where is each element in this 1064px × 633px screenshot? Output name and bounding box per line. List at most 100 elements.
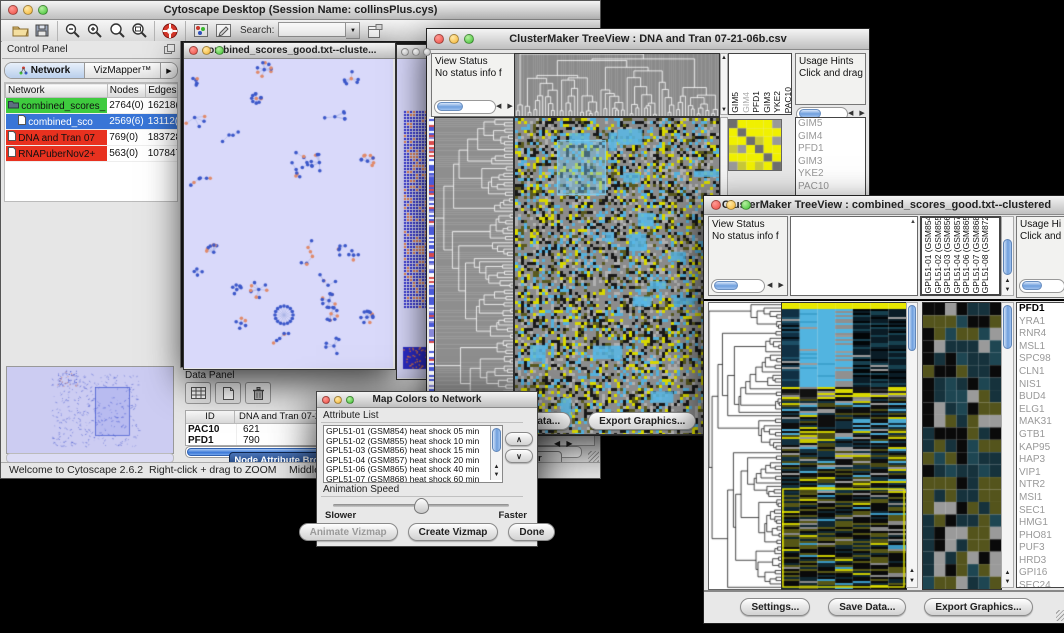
zoom-out-icon[interactable] (62, 21, 84, 41)
gene-list-item[interactable]: MSI1 (1017, 492, 1064, 505)
table-mode-icon[interactable] (185, 382, 211, 404)
column-label[interactable]: GIM3 (763, 92, 773, 113)
tv2-status-scroll-arrows[interactable]: ◀ ▶ (767, 280, 786, 292)
attribute-list-scrollbar[interactable]: ▲▼ (490, 426, 502, 480)
move-up-button[interactable]: ∧ (505, 432, 533, 446)
gene-list-item[interactable]: CLN1 (1017, 366, 1064, 379)
zoom-button[interactable] (38, 5, 48, 15)
background-network-canvas[interactable] (397, 59, 427, 378)
network-overview[interactable] (6, 366, 174, 454)
column-label[interactable]: YKE2 (773, 91, 783, 113)
col-network[interactable]: Network (6, 84, 108, 98)
gene-list-item[interactable]: GIM4 (796, 131, 865, 144)
tv2-heatmap[interactable] (781, 302, 907, 590)
treeview2-titlebar[interactable]: ClusterMaker TreeView : combined_scores_… (704, 196, 1064, 215)
zoom-selected-icon[interactable] (106, 21, 128, 41)
network-view-titlebar[interactable]: combined_scores_good.txt--cluste... (184, 43, 395, 59)
minimize-button[interactable] (23, 5, 33, 15)
gene-list-item[interactable]: PFD1 (1017, 303, 1064, 316)
tv1-column-dendrogram[interactable] (514, 53, 720, 117)
overview-canvas[interactable] (7, 367, 171, 451)
tv1-zoom-heatmap[interactable] (728, 119, 782, 171)
gene-list-item[interactable]: SEC1 (1017, 505, 1064, 518)
float-panel-icon[interactable] (164, 41, 175, 59)
close-button[interactable] (8, 5, 18, 15)
gene-list-item[interactable]: YKE2 (796, 168, 865, 181)
settings-button[interactable]: Settings... (740, 598, 810, 616)
save-data-button[interactable]: Save Data... (828, 598, 906, 616)
gene-list-item[interactable]: KAP95 (1017, 442, 1064, 455)
minimize-button[interactable] (334, 396, 342, 404)
tv1-usage-scroll-arrows[interactable]: ◀ ▶ (848, 109, 867, 117)
tv2-column-labels[interactable]: GPL51-01 (GSM854)GPL51-02 (GSM855)GPL51-… (920, 216, 1001, 296)
gene-list-item[interactable]: PUF3 (1017, 542, 1064, 555)
minimize-button[interactable] (202, 46, 211, 55)
tv2-row-dendrogram[interactable] (708, 302, 782, 590)
tab-overflow-button[interactable]: ▶ (161, 63, 177, 78)
main-titlebar[interactable]: Cytoscape Desktop (Session Name: collins… (1, 1, 600, 20)
tv1-status-scrollbar[interactable] (434, 100, 496, 114)
gene-list-item[interactable]: SEC24 (1017, 580, 1064, 588)
done-button[interactable]: Done (508, 523, 555, 541)
export-graphics-button[interactable]: Export Graphics... (588, 412, 696, 430)
save-session-icon[interactable] (31, 21, 53, 41)
gene-list-item[interactable]: HAP3 (1017, 454, 1064, 467)
gene-list-item[interactable]: RNR4 (1017, 328, 1064, 341)
minimize-button[interactable] (412, 48, 420, 56)
gene-list-item[interactable]: GPI16 (1017, 567, 1064, 580)
help-icon[interactable] (159, 21, 181, 41)
tv2-status-scrollbar[interactable] (711, 279, 765, 293)
minimize-button[interactable] (449, 34, 459, 44)
zoom-button[interactable] (346, 396, 354, 404)
tv1-column-labels[interactable]: GIM5GIM4PFD1GIM3YKE2PAC10 (728, 53, 792, 115)
tv2-gene-list[interactable]: PFD1YRA1RNR4MSL1SPC98CLN1NIS1BUD4ELG1MAK… (1016, 302, 1064, 588)
background-window-titlebar[interactable] (397, 45, 429, 59)
zoom-button[interactable] (423, 48, 431, 56)
resize-grip[interactable] (588, 451, 599, 462)
close-button[interactable] (711, 200, 721, 210)
attribute-listbox[interactable]: GPL51-01 (GSM854) heat shock 05 minGPL51… (323, 425, 503, 483)
search-input[interactable] (278, 22, 346, 37)
search-dropdown-button[interactable]: ▼ (346, 22, 360, 39)
tv2-zoom-heatmap[interactable] (922, 302, 1002, 590)
speed-slider-thumb[interactable] (414, 498, 429, 514)
tab-vizmapper[interactable]: VizMapper™ (85, 63, 161, 78)
network-table-row[interactable]: DNA and Tran 07769(0)183728(0) (6, 130, 179, 146)
col-nodes[interactable]: Nodes (107, 84, 145, 98)
col-edges[interactable]: Edges (146, 84, 178, 98)
column-label[interactable]: GIM4 (742, 92, 752, 113)
tv2-heatmap-scrollbar[interactable]: ▲▼ (906, 302, 918, 588)
tv1-row-dendrogram[interactable] (434, 117, 514, 435)
gene-list-item[interactable]: MSL1 (1017, 341, 1064, 354)
gene-list-item[interactable]: HRD3 (1017, 555, 1064, 568)
network-table-row[interactable]: combined_scores_2764(0)16218(0) (6, 98, 179, 114)
annotation-icon[interactable] (212, 21, 234, 41)
column-label[interactable]: GIM5 (731, 92, 741, 113)
gene-list-item[interactable]: PHO81 (1017, 530, 1064, 543)
vizmapper-icon[interactable] (190, 21, 212, 41)
gene-list-item[interactable]: MAK31 (1017, 416, 1064, 429)
new-attribute-icon[interactable] (215, 382, 241, 404)
create-vizmap-button[interactable]: Create Vizmap (408, 523, 499, 541)
delete-attribute-icon[interactable] (245, 382, 271, 404)
gene-list-item[interactable]: GIM5 (796, 118, 865, 131)
column-label[interactable]: PFD1 (752, 91, 762, 113)
minimize-button[interactable] (726, 200, 736, 210)
open-session-icon[interactable] (9, 21, 31, 41)
tv2-labels-scrollbar[interactable]: ▲▼ (1001, 216, 1014, 296)
zoom-fit-icon[interactable] (128, 21, 150, 41)
tv2-column-dendrogram-area[interactable]: ▲ (790, 216, 918, 296)
zoom-button[interactable] (464, 34, 474, 44)
search-config-icon[interactable] (364, 21, 386, 41)
tv1-heatmap[interactable] (514, 117, 720, 435)
tv1-labels-scrollbar[interactable]: ▲▼ (720, 53, 728, 115)
move-down-button[interactable]: ∨ (505, 449, 533, 463)
zoom-in-icon[interactable] (84, 21, 106, 41)
gene-list-item[interactable]: GIM3 (796, 156, 865, 169)
export-graphics-button[interactable]: Export Graphics... (924, 598, 1032, 616)
tab-network[interactable]: Network (5, 63, 85, 78)
tv1-status-scroll-arrows[interactable]: ◀ ▶ (496, 101, 515, 113)
gene-list-item[interactable]: HMG1 (1017, 517, 1064, 530)
dialog-titlebar[interactable]: Map Colors to Network (317, 392, 537, 408)
close-button[interactable] (434, 34, 444, 44)
